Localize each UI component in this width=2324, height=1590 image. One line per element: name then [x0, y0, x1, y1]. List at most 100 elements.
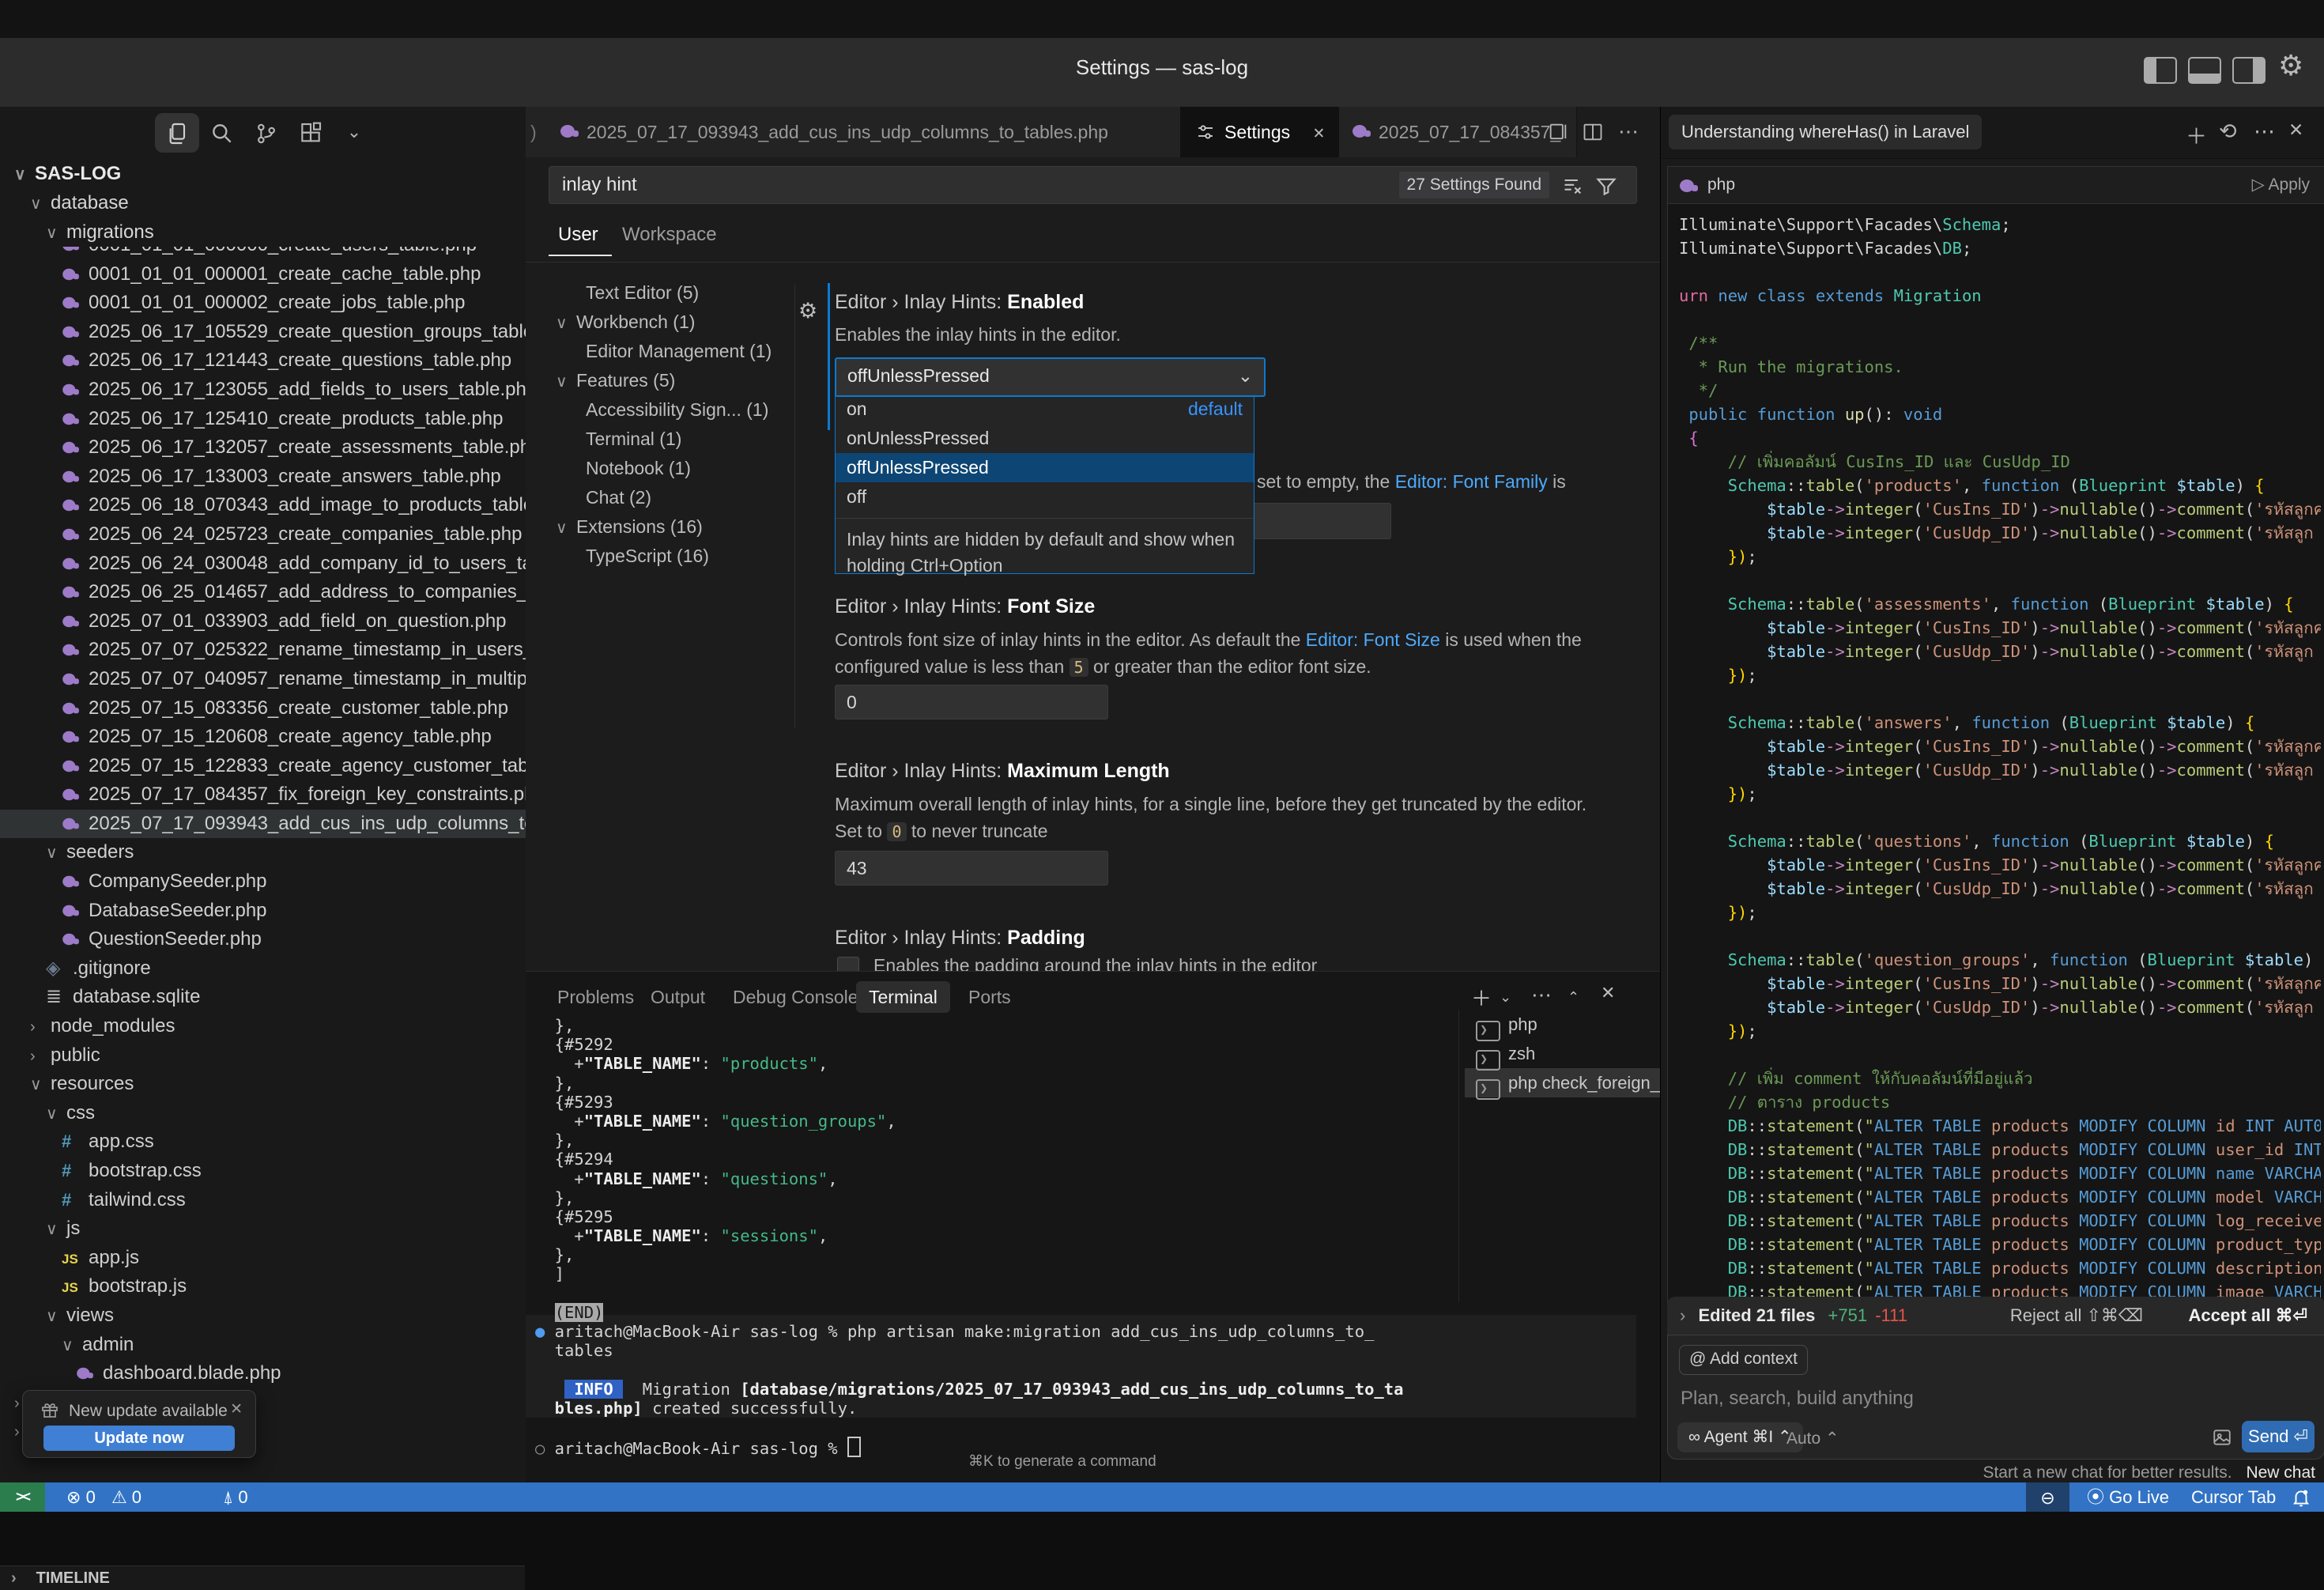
- model-auto-selector[interactable]: Auto ⌃: [1786, 1429, 1839, 1448]
- apply-button[interactable]: ▷ Apply: [2252, 167, 2310, 203]
- explorer-item[interactable]: 2025_06_17_123055_add_fields_to_users_ta…: [0, 376, 526, 405]
- reject-all-button[interactable]: Reject all ⇧⌘⌫: [2010, 1297, 2143, 1335]
- explorer-item[interactable]: QuestionSeeder.php: [0, 925, 526, 954]
- toc-item-accessibility-sign-[interactable]: Accessibility Sign... (1): [549, 395, 787, 425]
- explorer-item[interactable]: 2025_06_17_125410_create_products_table.…: [0, 405, 526, 434]
- image-icon[interactable]: [2212, 1427, 2232, 1448]
- tab-terminal[interactable]: Terminal: [856, 981, 950, 1013]
- add-terminal-icon[interactable]: ＋: [1471, 983, 1492, 1012]
- chat-composer[interactable]: @ Add context Plan, search, build anythi…: [1667, 1335, 2324, 1460]
- toggle-left-panel-icon[interactable]: [2144, 57, 2177, 84]
- timeline-section[interactable]: › TIMELINE: [0, 1565, 525, 1590]
- explorer-item[interactable]: JSbootstrap.js: [0, 1272, 526, 1301]
- new-chat-plus-icon[interactable]: ＋: [2186, 119, 2207, 150]
- remote-indicator[interactable]: ><: [0, 1482, 45, 1512]
- explorer-item[interactable]: 2025_07_15_122833_create_agency_customer…: [0, 752, 526, 781]
- new-chat-button[interactable]: New chat: [2246, 1463, 2315, 1482]
- toggle-right-panel-icon[interactable]: [2232, 57, 2266, 84]
- explorer-item[interactable]: 2025_06_17_121443_create_questions_table…: [0, 346, 526, 376]
- toc-item-editor-management[interactable]: Editor Management (1): [549, 337, 787, 366]
- font-size-input[interactable]: 0: [835, 685, 1108, 719]
- explorer-item[interactable]: 2025_06_18_070343_add_image_to_products_…: [0, 491, 526, 520]
- search-icon[interactable]: [199, 113, 243, 153]
- dropdown-option-off[interactable]: off: [836, 482, 1254, 512]
- explorer-folder-migrations[interactable]: ∨migrations: [0, 217, 572, 247]
- toc-item-notebook[interactable]: Notebook (1): [549, 454, 787, 483]
- explorer-item[interactable]: 2025_07_07_040957_rename_timestamp_in_mu…: [0, 665, 526, 694]
- problems-summary[interactable]: ⊗ 0 ⚠ 0: [66, 1482, 141, 1512]
- close-icon[interactable]: ✕: [230, 1400, 243, 1418]
- close-icon[interactable]: ✕: [2288, 119, 2303, 141]
- tab-debug-console[interactable]: Debug Console: [733, 981, 858, 1013]
- explorer-item[interactable]: #bootstrap.css: [0, 1157, 526, 1186]
- explorer-item[interactable]: ∨views: [0, 1301, 526, 1331]
- explorer-item[interactable]: ◈.gitignore: [0, 954, 526, 984]
- toc-item-workbench[interactable]: ∨Workbench (1): [549, 308, 787, 337]
- settings-link[interactable]: Editor: Font Size: [1306, 629, 1440, 650]
- tab-output[interactable]: Output: [651, 981, 705, 1013]
- tab-user[interactable]: User: [558, 224, 598, 246]
- terminal-session[interactable]: ❯php: [1465, 1010, 1660, 1039]
- explorer-item[interactable]: 2025_07_17_093943_add_cus_ins_udp_column…: [0, 810, 526, 839]
- close-icon[interactable]: ✕: [1313, 126, 1326, 142]
- chevron-right-icon[interactable]: ›: [1680, 1305, 1685, 1325]
- toc-item-extensions[interactable]: ∨Extensions (16): [549, 512, 787, 542]
- explorer-item[interactable]: 2025_07_15_120608_create_agency_table.ph…: [0, 723, 526, 752]
- terminal-session[interactable]: ❯zsh: [1465, 1039, 1660, 1068]
- explorer-item[interactable]: ›public: [0, 1041, 526, 1071]
- settings-link[interactable]: Editor: Font Family: [1395, 471, 1548, 492]
- explorer-folder-database[interactable]: ∨database: [0, 188, 556, 217]
- toc-item-features[interactable]: ∨Features (5): [549, 366, 787, 395]
- explorer-item[interactable]: 0001_01_01_000001_create_cache_table.php: [0, 260, 526, 289]
- explorer-item[interactable]: 2025_07_07_025322_rename_timestamp_in_us…: [0, 636, 526, 665]
- explorer-item[interactable]: 2025_07_01_033903_add_field_on_question.…: [0, 607, 526, 636]
- toc-item-typescript[interactable]: TypeScript (16): [549, 542, 787, 571]
- settings-search-box[interactable]: inlay hint 27 Settings Found: [549, 166, 1637, 204]
- tab-ports[interactable]: Ports: [968, 981, 1011, 1013]
- tab-workspace[interactable]: Workspace: [622, 224, 717, 246]
- dropdown-option-onUnlessPressed[interactable]: onUnlessPressed: [836, 424, 1254, 453]
- explorer-item[interactable]: #app.css: [0, 1127, 526, 1157]
- clear-filters-icon[interactable]: [1562, 175, 1584, 197]
- settings-gear-icon[interactable]: ⚙: [2278, 49, 2303, 82]
- bell-icon[interactable]: [2291, 1487, 2311, 1508]
- setting-gear-icon[interactable]: ⚙: [798, 299, 817, 323]
- explorer-item[interactable]: ∨resources: [0, 1070, 526, 1099]
- explorer-item[interactable]: 2025_06_17_105529_create_question_groups…: [0, 318, 526, 347]
- tab-migration-093943[interactable]: 2025_07_17_093943_add_cus_ins_udp_column…: [547, 107, 1220, 157]
- toc-item-text-editor[interactable]: Text Editor (5): [549, 278, 787, 308]
- chat-tab[interactable]: Understanding whereHas() in Laravel: [1669, 115, 1982, 149]
- chevron-up-icon[interactable]: ⌃: [1568, 989, 1579, 1006]
- split-editor-icon[interactable]: [1547, 121, 1569, 143]
- tab-migration-084357[interactable]: 2025_07_17_084357_: [1339, 107, 1577, 157]
- filter-funnel-icon[interactable]: [1595, 175, 1617, 197]
- explorer-item[interactable]: ∨css: [0, 1099, 526, 1128]
- max-length-input[interactable]: 43: [835, 851, 1108, 886]
- explorer-item[interactable]: dashboard.blade.php: [0, 1359, 526, 1388]
- history-icon[interactable]: ⟲: [2219, 119, 2237, 144]
- explorer-files-icon[interactable]: [155, 113, 199, 153]
- toc-item-chat[interactable]: Chat (2): [549, 483, 787, 512]
- explorer-item[interactable]: ›node_modules: [0, 1012, 526, 1041]
- cursor-tab-toggle[interactable]: Cursor Tab: [2191, 1482, 2276, 1512]
- chevron-down-icon[interactable]: ⌄: [1500, 989, 1511, 1006]
- toc-item-terminal[interactable]: Terminal (1): [549, 425, 787, 454]
- send-button[interactable]: Send ⏎: [2242, 1421, 2315, 1452]
- chat-input-placeholder[interactable]: Plan, search, build anything: [1681, 1388, 1914, 1410]
- zoom-indicator[interactable]: ⊖: [2026, 1482, 2069, 1512]
- explorer-item[interactable]: 2025_07_17_084357_fix_foreign_key_constr…: [0, 780, 526, 810]
- explorer-item[interactable]: 2025_06_24_030048_add_company_id_to_user…: [0, 550, 526, 579]
- explorer-item[interactable]: #tailwind.css: [0, 1186, 526, 1215]
- explorer-item[interactable]: 2025_07_15_083356_create_customer_table.…: [0, 694, 526, 723]
- explorer-item[interactable]: 2025_06_17_132057_create_assessments_tab…: [0, 433, 526, 463]
- dropdown-option-on[interactable]: ondefault: [836, 395, 1254, 424]
- update-now-button[interactable]: Update now: [43, 1426, 235, 1451]
- accept-all-button[interactable]: Accept all ⌘⏎: [2189, 1297, 2307, 1335]
- explorer-item[interactable]: 2025_06_24_025723_create_companies_table…: [0, 520, 526, 550]
- enabled-select[interactable]: offUnlessPressed ⌄: [835, 357, 1266, 397]
- more-ellipsis-icon[interactable]: ⋯: [1531, 983, 1552, 1007]
- layout-columns-icon[interactable]: [1582, 121, 1604, 143]
- dropdown-option-offUnlessPressed[interactable]: offUnlessPressed: [836, 453, 1254, 482]
- settings-search-input[interactable]: inlay hint: [562, 174, 637, 196]
- tab-problems[interactable]: Problems: [557, 981, 634, 1013]
